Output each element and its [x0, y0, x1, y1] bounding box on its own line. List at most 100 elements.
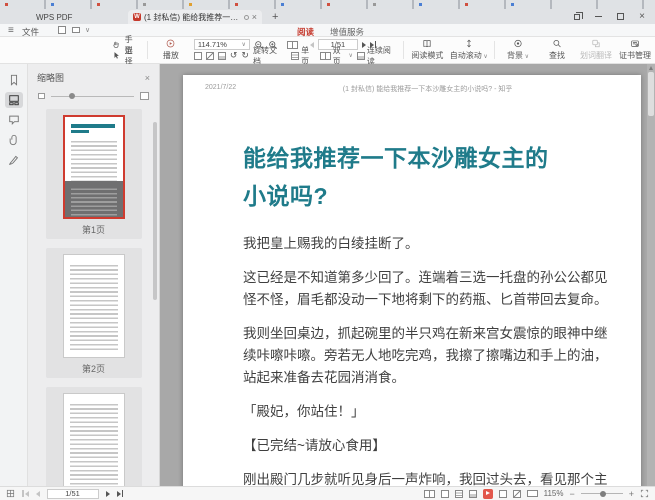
auto-scroll-button[interactable]: 自动滚动 ∨ — [450, 39, 487, 61]
zoom-slider[interactable] — [581, 493, 623, 494]
document-scrollbar[interactable] — [647, 64, 655, 486]
new-tab-button[interactable]: + — [272, 11, 278, 23]
signature-panel-icon[interactable] — [5, 152, 23, 168]
thumbnail-slider-handle[interactable] — [69, 93, 75, 99]
certificate-manage-label: 证书管理 — [619, 50, 651, 61]
article-title-line2: 小说吗? — [243, 177, 605, 215]
paragraph: 我把皇上赐我的白绫挂断了。 — [243, 233, 613, 255]
last-page-icon[interactable] — [117, 490, 124, 497]
play-slideshow-icon[interactable] — [483, 489, 493, 499]
document-viewport[interactable]: 2021/7/22 (1 封私信) 能给我推荐一下本沙雕女主的小说吗? - 知乎… — [160, 64, 655, 486]
pointer-tools: 手型 选择 — [112, 39, 140, 61]
attachments-panel-icon[interactable] — [5, 132, 23, 148]
fit-width-icon[interactable] — [499, 490, 507, 498]
thumbnail-page-3[interactable] — [63, 393, 125, 486]
comments-panel-icon[interactable] — [5, 112, 23, 128]
bookmarks-panel-icon[interactable] — [5, 72, 23, 88]
chevron-down-icon: ∨ — [482, 54, 488, 60]
page-grid-icon[interactable] — [6, 489, 15, 498]
fit-screen-icon[interactable] — [513, 490, 521, 498]
background-browser-tabstrip — [0, 0, 655, 9]
scroll-up-icon[interactable] — [649, 66, 653, 70]
close-panel-icon[interactable]: × — [145, 73, 150, 83]
chevron-down-icon: ∨ — [523, 54, 529, 60]
thumbnail-slider-track[interactable] — [51, 96, 134, 97]
maximize-icon[interactable] — [617, 13, 624, 20]
play-button[interactable]: 播放 — [155, 39, 187, 61]
restore-icon[interactable] — [574, 14, 580, 20]
zoom-in-plus-icon[interactable]: + — [629, 489, 634, 499]
statusbar-view-controls: 115% − + — [424, 489, 649, 499]
hamburger-menu-icon[interactable]: ≡ — [8, 25, 14, 36]
certificate-manage-button[interactable]: 证书管理 — [619, 39, 651, 61]
document-tab[interactable]: W (1 封私信) 能给我推荐一下… × — [128, 10, 262, 24]
article-body: 我把皇上赐我的白绫挂断了。 这已经是不知道第多少回了。连端着三选一托盘的孙公公都… — [243, 233, 613, 486]
background-tab-favicons — [5, 3, 8, 6]
first-page-icon[interactable] — [22, 490, 29, 497]
continuous-view-icon[interactable] — [469, 490, 477, 498]
thumb-text-lines — [70, 262, 118, 350]
thumbnail-card-page-1[interactable]: 第1页 — [46, 109, 142, 239]
background-button[interactable]: 背景 ∨ — [502, 39, 534, 61]
window-controls: × — [574, 12, 645, 21]
statusbar-page-indicator[interactable]: 1/51 — [47, 489, 99, 499]
thumb-title-bar — [71, 124, 115, 128]
thumbnail-page-1[interactable] — [63, 115, 125, 219]
print-icon[interactable] — [72, 27, 80, 33]
fit-width-icon[interactable] — [194, 52, 202, 60]
actual-size-icon[interactable] — [218, 52, 226, 60]
zoom-out-minus-icon[interactable]: − — [569, 489, 574, 499]
statusbar-zoom-value[interactable]: 115% — [544, 489, 564, 498]
next-page-icon[interactable] — [106, 491, 110, 497]
continuous-read-icon — [357, 52, 365, 60]
toolbar-separator — [494, 41, 495, 59]
titlebar: WPS PDF W (1 封私信) 能给我推荐一下… × + × — [0, 9, 655, 24]
toolbar: 手型 选择 播放 114.71% ∨ 1/51 — [0, 37, 655, 64]
thumb-text-lines — [70, 401, 118, 486]
page-header-date: 2021/7/22 — [205, 84, 236, 94]
fit-page-icon[interactable] — [441, 490, 449, 498]
menubar: ≡ 文件 ∨ 阅读 增值服务 — [0, 24, 655, 37]
thumbnail-card-page-3[interactable] — [46, 387, 142, 486]
multi-page-view-icon[interactable] — [424, 490, 435, 498]
zoom-and-view-tools: 114.71% ∨ 1/51 ↺ ↻ 旋转文档 — [194, 39, 397, 61]
thumbnail-panel-title: 缩略图 — [37, 71, 64, 84]
auto-scroll-label: 自动滚动 — [450, 51, 482, 60]
translate-label: 划词翻译 — [580, 50, 612, 61]
zoom-level-select[interactable]: 114.71% ∨ — [194, 39, 250, 50]
full-width-icon[interactable] — [527, 490, 538, 497]
find-button[interactable]: 查找 — [541, 39, 573, 61]
wps-pdf-window: WPS PDF W (1 封私信) 能给我推荐一下… × + × ≡ 文件 ∨ … — [0, 0, 655, 500]
rotate-left-icon[interactable]: ↺ — [230, 50, 238, 61]
wps-logo-icon: W — [133, 13, 141, 21]
tab-pin-icon[interactable] — [244, 15, 249, 20]
open-file-icon[interactable] — [58, 26, 66, 34]
zoom-slider-handle[interactable] — [600, 491, 606, 497]
close-window-icon[interactable]: × — [639, 13, 645, 21]
minimize-icon[interactable] — [595, 16, 602, 17]
fullscreen-icon[interactable] — [640, 489, 649, 498]
pdf-page-1: 2021/7/22 (1 封私信) 能给我推荐一下本沙雕女主的小说吗? - 知乎… — [183, 75, 641, 486]
fit-page-icon[interactable] — [206, 52, 214, 60]
thumbnail-scrollbar[interactable] — [153, 122, 157, 300]
large-thumbnail-icon[interactable] — [140, 92, 149, 100]
small-thumbnail-icon[interactable] — [38, 93, 45, 99]
thumbnail-size-slider — [28, 84, 159, 100]
caret-down-icon[interactable]: ∨ — [85, 26, 90, 34]
thumbnail-label: 第2页 — [82, 362, 105, 375]
document-scrollbar-thumb[interactable] — [648, 72, 654, 116]
thumbnail-card-page-2[interactable]: 第2页 — [46, 248, 142, 378]
thumb-title-bar — [71, 130, 89, 134]
select-tool-button[interactable]: 选择 — [112, 50, 140, 61]
thumbnail-panel: 缩略图 × 第1页 第2页 — [28, 64, 160, 486]
document-tab-label: (1 封私信) 能给我推荐一下… — [144, 12, 241, 23]
thumbnail-page-2[interactable] — [63, 254, 125, 358]
single-page-view-icon[interactable] — [455, 490, 463, 498]
reading-mode-button[interactable]: 阅读模式 — [411, 39, 443, 61]
thumbnails-panel-icon[interactable] — [5, 92, 23, 108]
tab-close-icon[interactable]: × — [252, 13, 257, 22]
zoom-level-value: 114.71% — [198, 40, 227, 49]
find-label: 查找 — [549, 50, 565, 61]
previous-page-icon[interactable] — [36, 491, 40, 497]
rotate-right-icon[interactable]: ↻ — [241, 50, 249, 61]
